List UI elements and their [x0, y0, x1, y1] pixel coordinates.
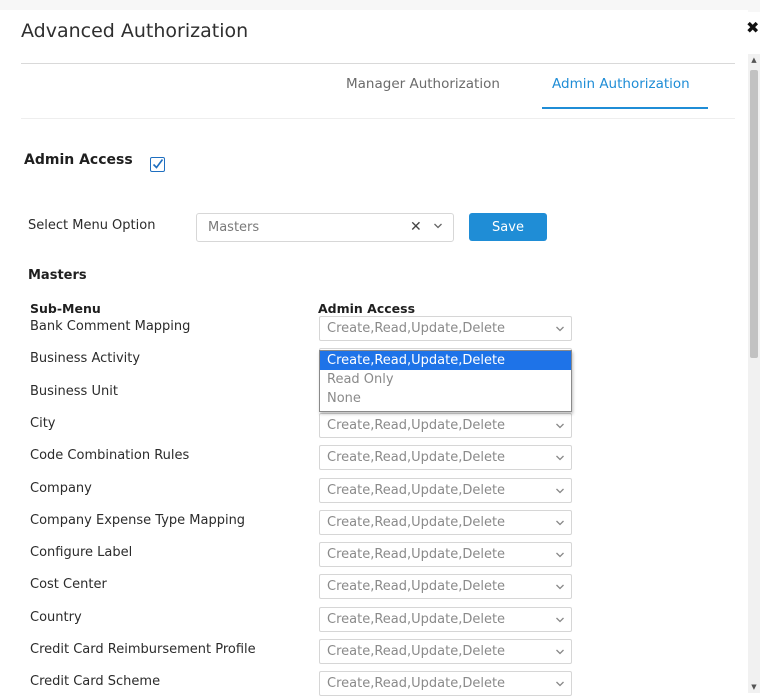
table-row-label: Business Unit	[30, 384, 118, 399]
access-level-select[interactable]: Create,Read,Update,Delete	[319, 574, 572, 599]
access-level-value: Create,Read,Update,Delete	[327, 418, 506, 433]
table-row-label: Company Expense Type Mapping	[30, 513, 246, 528]
table-row-label: Credit Card Reimbursement Profile	[30, 642, 256, 657]
save-button[interactable]: Save	[469, 213, 547, 241]
close-icon[interactable]: ✖	[746, 18, 759, 37]
table-row-label: Bank Comment Mapping	[30, 319, 191, 334]
table-row-label: Code Combination Rules	[30, 448, 190, 463]
access-level-select[interactable]: Create,Read,Update,Delete	[319, 510, 572, 535]
table-row-label: Company	[30, 481, 92, 496]
chevron-down-icon	[556, 649, 564, 655]
access-level-value: Create,Read,Update,Delete	[327, 515, 506, 530]
modal-scrollbar[interactable]: ▲ ▼	[748, 54, 760, 693]
admin-access-label: Admin Access	[24, 152, 133, 168]
modal-title: Advanced Authorization	[21, 20, 249, 42]
header-divider	[21, 63, 735, 64]
access-level-value: Create,Read,Update,Delete	[327, 644, 506, 659]
chevron-down-icon	[556, 423, 564, 429]
select-menu-option-label: Select Menu Option	[28, 218, 156, 233]
access-level-value: Create,Read,Update,Delete	[327, 612, 506, 627]
chevron-down-icon	[556, 455, 564, 461]
access-level-value: Create,Read,Update,Delete	[327, 321, 506, 336]
dropdown-option[interactable]: Read Only	[320, 370, 571, 389]
admin-access-checkbox[interactable]	[150, 157, 165, 172]
access-level-value: Create,Read,Update,Delete	[327, 483, 506, 498]
chevron-down-icon	[556, 326, 564, 332]
dropdown-option[interactable]: None	[320, 389, 571, 408]
table-row-label: Cost Center	[30, 577, 107, 592]
authorization-tabs: Manager Authorization Admin Authorizatio…	[21, 74, 735, 119]
table-row-label: Configure Label	[30, 545, 133, 560]
table-row-label: Business Activity	[30, 351, 141, 366]
tab-admin-authorization[interactable]: Admin Authorization	[552, 76, 690, 92]
table-row-label: Credit Card Scheme	[30, 674, 161, 689]
clear-icon[interactable]: ✕	[410, 219, 422, 235]
chevron-down-icon	[434, 223, 442, 229]
access-level-value: Create,Read,Update,Delete	[327, 579, 506, 594]
column-header-admin-access: Admin Access	[318, 301, 416, 316]
dropdown-option[interactable]: Create,Read,Update,Delete	[320, 351, 571, 370]
scroll-up-arrow-icon[interactable]: ▲	[748, 54, 760, 66]
scroll-down-arrow-icon[interactable]: ▼	[748, 681, 760, 693]
access-level-select[interactable]: Create,Read,Update,Delete	[319, 671, 572, 696]
access-level-select[interactable]: Create,Read,Update,Delete	[319, 607, 572, 632]
access-level-select[interactable]: Create,Read,Update,Delete	[319, 478, 572, 503]
active-tab-indicator	[542, 107, 708, 109]
scrollbar-thumb[interactable]	[750, 70, 758, 358]
chevron-down-icon	[556, 520, 564, 526]
access-level-value: Create,Read,Update,Delete	[327, 676, 506, 691]
table-row-label: City	[30, 416, 56, 431]
access-level-select[interactable]: Create,Read,Update,Delete	[319, 413, 572, 438]
access-level-value: Create,Read,Update,Delete	[327, 450, 506, 465]
chevron-down-icon	[556, 681, 564, 687]
chevron-down-icon	[556, 488, 564, 494]
chevron-down-icon	[556, 617, 564, 623]
menu-option-select[interactable]: Masters ✕	[196, 213, 454, 242]
column-header-submenu: Sub-Menu	[30, 301, 101, 316]
access-level-select[interactable]: Create,Read,Update,Delete	[319, 639, 572, 664]
access-level-select[interactable]: Create,Read,Update,Delete	[319, 316, 572, 341]
access-level-select[interactable]: Create,Read,Update,Delete	[319, 542, 572, 567]
chevron-down-icon	[556, 584, 564, 590]
access-level-value: Create,Read,Update,Delete	[327, 547, 506, 562]
chevron-down-icon	[556, 552, 564, 558]
check-icon	[152, 159, 164, 169]
table-row-label: Country	[30, 610, 82, 625]
access-dropdown-list: Create,Read,Update,Delete Read Only None	[319, 350, 572, 412]
advanced-authorization-modal: Advanced Authorization Manager Authoriza…	[0, 10, 748, 696]
access-level-select[interactable]: Create,Read,Update,Delete	[319, 445, 572, 470]
menu-option-value: Masters	[208, 220, 260, 235]
tab-manager-authorization[interactable]: Manager Authorization	[346, 76, 500, 92]
section-title: Masters	[28, 268, 87, 283]
